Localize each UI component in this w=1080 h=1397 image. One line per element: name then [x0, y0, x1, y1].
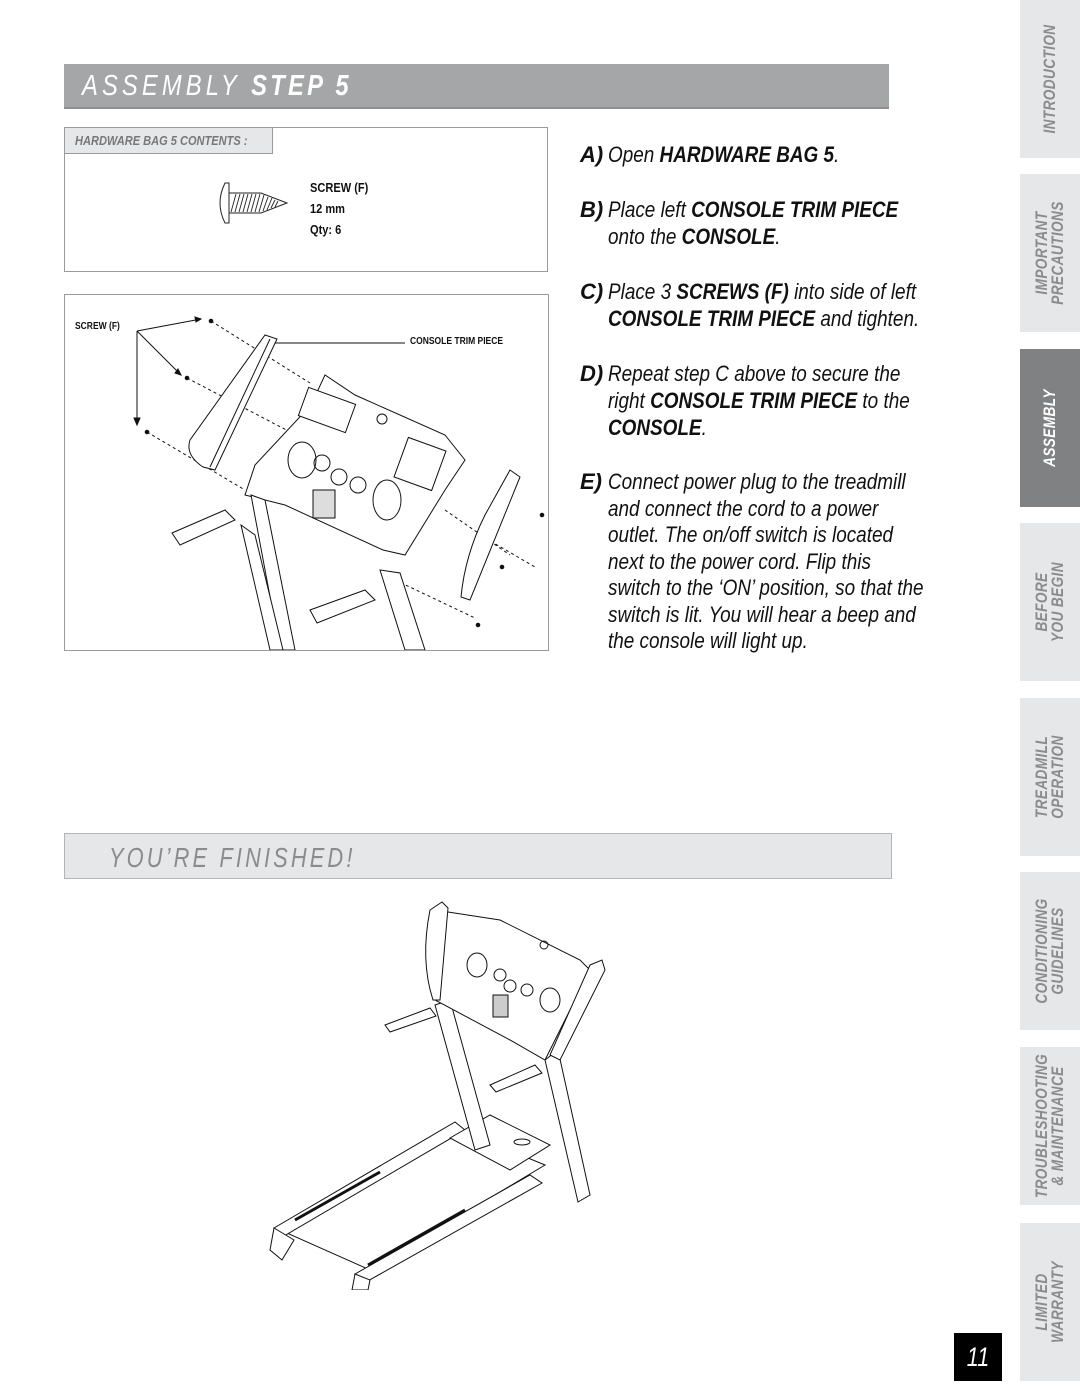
- body-text: to the: [857, 388, 910, 413]
- step-letter: A): [580, 142, 604, 167]
- hardware-label-text: HARDWARE BAG 5 CONTENTS :: [75, 133, 248, 148]
- body-text: Open: [608, 142, 660, 167]
- side-tab-label: LIMITED WARRANTY: [1032, 1251, 1067, 1353]
- screw-icon: [219, 182, 289, 224]
- step-text: Connect power plug to the treadmill and …: [608, 469, 926, 655]
- side-tab-label-line: PRECAUTIONS: [1048, 201, 1067, 305]
- body-text: Place left: [608, 197, 692, 222]
- step-text: Place 3 SCREWS (F) into side of left CON…: [608, 278, 926, 332]
- side-tab-label: IMPORTANT PRECAUTIONS: [1032, 188, 1067, 317]
- step-letter: B): [580, 197, 604, 222]
- side-tab-label-line: OPERATION: [1048, 735, 1067, 819]
- side-tab-label-line: YOU BEGIN: [1048, 562, 1067, 642]
- side-tab-label-line: WARRANTY: [1048, 1261, 1067, 1343]
- side-tab-introduction[interactable]: INTRODUCTION: [1020, 0, 1080, 158]
- step-letter: C): [580, 279, 604, 304]
- body-text: .: [834, 142, 840, 167]
- side-tab-label: BEFORE YOU BEGIN: [1032, 552, 1067, 652]
- hardware-item-size: 12 mm: [310, 201, 346, 216]
- side-tab-important-precautions[interactable]: IMPORTANT PRECAUTIONS: [1020, 174, 1080, 332]
- step-letter: D): [580, 361, 604, 386]
- hardware-spec: SCREW (F) 12 mm Qty: 6: [310, 177, 368, 240]
- side-tab-label-line: GUIDELINES: [1048, 907, 1067, 995]
- step-title-bold: STEP 5: [251, 70, 352, 102]
- emphasis-text: HARDWARE BAG 5: [659, 142, 835, 167]
- page-number: 11: [954, 1333, 1002, 1381]
- hardware-item-qty: Qty: 6: [310, 222, 342, 237]
- side-tab-treadmill-operation[interactable]: TREADMILL OPERATION: [1020, 698, 1080, 856]
- instruction-step: A) Open HARDWARE BAG 5.: [580, 141, 910, 168]
- assembly-diagram: SCREW (F) CONSOLE TRIM PIECE: [64, 294, 549, 651]
- side-tab-label-line: & MAINTENANCE: [1048, 1066, 1067, 1186]
- body-text: into side of left: [788, 279, 917, 304]
- instructions-list: A) Open HARDWARE BAG 5. B) Place left CO…: [580, 141, 923, 683]
- body-text: .: [701, 415, 707, 440]
- body-text: Place 3: [608, 279, 677, 304]
- step-text: Repeat step C above to secure the right …: [608, 360, 926, 441]
- side-tab-assembly[interactable]: ASSEMBLY: [1020, 349, 1080, 507]
- step-header: ASSEMBLY STEP 5: [64, 64, 889, 109]
- step-text: Open HARDWARE BAG 5.: [608, 141, 926, 168]
- instruction-step: B) Place left CONSOLE TRIM PIECE onto th…: [580, 196, 910, 250]
- side-tab-limited-warranty[interactable]: LIMITED WARRANTY: [1020, 1223, 1080, 1381]
- hardware-item-name: SCREW (F): [310, 180, 369, 195]
- side-tab-label: INTRODUCTION: [1040, 11, 1059, 147]
- side-tab-label-line: INTRODUCTION: [1040, 24, 1059, 134]
- emphasis-text: CONSOLE TRIM PIECE: [650, 388, 858, 413]
- step-title: ASSEMBLY STEP 5: [82, 70, 352, 103]
- assembled-treadmill-illustration: [269, 901, 606, 1290]
- hardware-label: HARDWARE BAG 5 CONTENTS :: [65, 128, 273, 154]
- body-text: Connect power plug to the treadmill and …: [608, 469, 924, 653]
- side-tab-label: TROUBLESHOOTING & MAINTENANCE: [1032, 1036, 1067, 1216]
- console-trim-illustration: [133, 316, 545, 650]
- side-tab-label-line: ASSEMBLY: [1040, 389, 1059, 467]
- instruction-step: C) Place 3 SCREWS (F) into side of left …: [580, 278, 919, 332]
- side-tab-label: ASSEMBLY: [1040, 379, 1059, 476]
- step-title-light: ASSEMBLY: [82, 70, 241, 102]
- body-text: and tighten.: [815, 306, 920, 331]
- emphasis-text: CONSOLE TRIM PIECE: [691, 197, 899, 222]
- emphasis-text: CONSOLE: [681, 224, 776, 249]
- instruction-step: D) Repeat step C above to secure the rig…: [580, 360, 910, 441]
- step-text: Place left CONSOLE TRIM PIECE onto the C…: [608, 196, 926, 250]
- finished-banner: YOU’RE FINISHED!: [64, 833, 892, 879]
- side-tab-conditioning-guidelines[interactable]: CONDITIONING GUIDELINES: [1020, 872, 1080, 1030]
- callout-screw: SCREW (F): [75, 321, 120, 332]
- step-letter: E): [580, 469, 602, 494]
- body-text: onto the: [608, 224, 682, 249]
- side-tab-before-you-begin[interactable]: BEFORE YOU BEGIN: [1020, 523, 1080, 681]
- page-number-text: 11: [966, 1342, 990, 1372]
- body-text: .: [775, 224, 781, 249]
- emphasis-text: CONSOLE: [608, 415, 702, 440]
- instruction-step: E) Connect power plug to the treadmill a…: [580, 469, 923, 655]
- side-tab-label: CONDITIONING GUIDELINES: [1032, 885, 1067, 1017]
- emphasis-text: CONSOLE TRIM PIECE: [608, 306, 816, 331]
- callout-console-trim: CONSOLE TRIM PIECE: [410, 336, 504, 347]
- side-tab-troubleshooting-maintenance[interactable]: TROUBLESHOOTING & MAINTENANCE: [1020, 1047, 1080, 1205]
- finished-label: YOU’RE FINISHED!: [109, 842, 356, 873]
- side-tab-label: TREADMILL OPERATION: [1032, 725, 1067, 829]
- hardware-contents-box: HARDWARE BAG 5 CONTENTS : SCREW (F) 12 m…: [64, 127, 548, 272]
- emphasis-text: SCREWS (F): [676, 279, 789, 304]
